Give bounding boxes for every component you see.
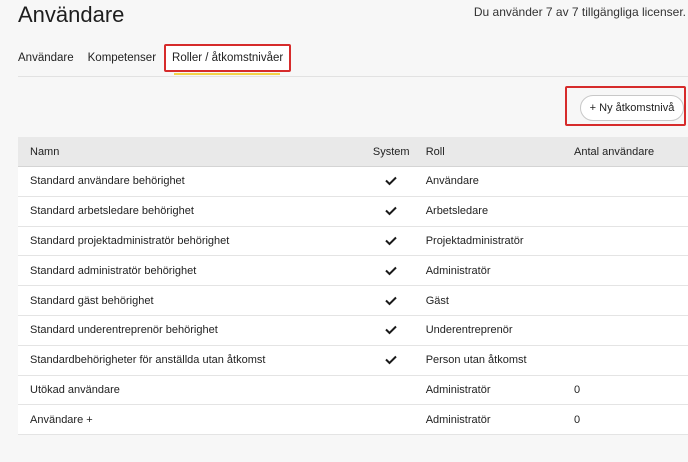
table-row[interactable]: Utökad användare Administratör 0 — [18, 375, 688, 406]
row-user-count: 0 — [574, 404, 688, 436]
tab-bar: Användare Kompetenser Roller / åtkomstni… — [18, 44, 305, 72]
row-system — [356, 315, 426, 346]
row-user-count — [574, 315, 688, 346]
column-header-role[interactable]: Roll — [425, 137, 575, 167]
check-icon — [385, 176, 397, 186]
new-access-level-button[interactable]: + Ny åtkomstnivå — [580, 95, 684, 121]
table-row[interactable]: Standard administratör behörighet Adminis… — [18, 255, 688, 287]
row-system — [356, 404, 426, 436]
table-row[interactable]: Användare + Administratör 0 — [18, 404, 688, 436]
tabs-divider — [18, 76, 688, 77]
table-row[interactable]: Standard projektadministratör behörighet… — [18, 226, 688, 257]
table-header-row: Namn System Roll Antal användare — [18, 137, 688, 167]
check-icon — [385, 236, 397, 246]
row-role: Arbetsledare — [425, 196, 575, 227]
row-system — [356, 255, 426, 287]
row-system — [356, 345, 426, 376]
check-icon — [385, 325, 397, 335]
row-user-count — [574, 166, 688, 197]
row-system — [356, 226, 426, 257]
table-row[interactable]: Standard underentreprenör behörighet Unde… — [18, 315, 688, 346]
column-header-user-count[interactable]: Antal användare — [574, 137, 688, 167]
row-system — [356, 285, 426, 316]
row-role: Gäst — [425, 285, 575, 316]
row-user-count — [574, 196, 688, 227]
access-levels-table: Namn System Roll Antal användare Standar… — [18, 137, 688, 436]
row-role: Underentreprenör — [425, 315, 575, 346]
active-tab-indicator — [174, 73, 280, 75]
check-icon — [385, 206, 397, 216]
row-system — [356, 375, 426, 406]
row-name[interactable]: Standard underentreprenör behörighet — [18, 315, 357, 346]
tab-roles-access-levels[interactable]: Roller / åtkomstnivåer — [164, 44, 292, 72]
page-title: Användare — [18, 2, 125, 27]
row-name[interactable]: Standard gäst behörighet — [18, 285, 357, 316]
row-role: Administratör — [425, 404, 575, 436]
row-name[interactable]: Standardbehörigheter för anställda utan … — [18, 345, 357, 376]
row-role: Person utan åtkomst — [425, 345, 575, 376]
row-name[interactable]: Standard arbetsledare behörighet — [18, 196, 357, 227]
row-name[interactable]: Standard användare behörighet — [18, 166, 357, 197]
row-system — [356, 196, 426, 227]
table-row[interactable]: Standard arbetsledare behörighet Arbetsle… — [18, 196, 688, 227]
license-info: Du använder 7 av 7 tillgängliga licenser… — [473, 5, 686, 19]
tab-competences[interactable]: Kompetenser — [88, 52, 156, 64]
table-row[interactable]: Standard gäst behörighet Gäst — [18, 285, 688, 316]
row-name[interactable]: Standard projektadministratör behörighet — [18, 226, 357, 257]
column-header-name[interactable]: Namn — [18, 137, 357, 167]
row-user-count — [574, 285, 688, 316]
tab-users[interactable]: Användare — [18, 52, 74, 64]
row-name[interactable]: Utökad användare — [18, 375, 357, 406]
check-icon — [385, 355, 397, 365]
row-user-count: 0 — [574, 375, 688, 406]
row-system — [356, 166, 426, 197]
table-row[interactable]: Standard användare behörighet Användare — [18, 166, 688, 197]
row-role: Administratör — [425, 255, 575, 287]
row-role: Projektadministratör — [425, 226, 575, 257]
row-user-count — [574, 226, 688, 257]
table-body: Standard användare behörighet Användare St… — [18, 166, 688, 436]
column-header-system[interactable]: System — [356, 137, 426, 167]
table-row[interactable]: Standardbehörigheter för anställda utan … — [18, 345, 688, 376]
row-user-count — [574, 345, 688, 376]
row-role: Administratör — [425, 375, 575, 406]
row-user-count — [574, 255, 688, 287]
row-name[interactable]: Standard administratör behörighet — [18, 255, 357, 287]
row-name[interactable]: Användare + — [18, 404, 357, 436]
check-icon — [385, 266, 397, 276]
row-role: Användare — [425, 166, 575, 197]
check-icon — [385, 296, 397, 306]
